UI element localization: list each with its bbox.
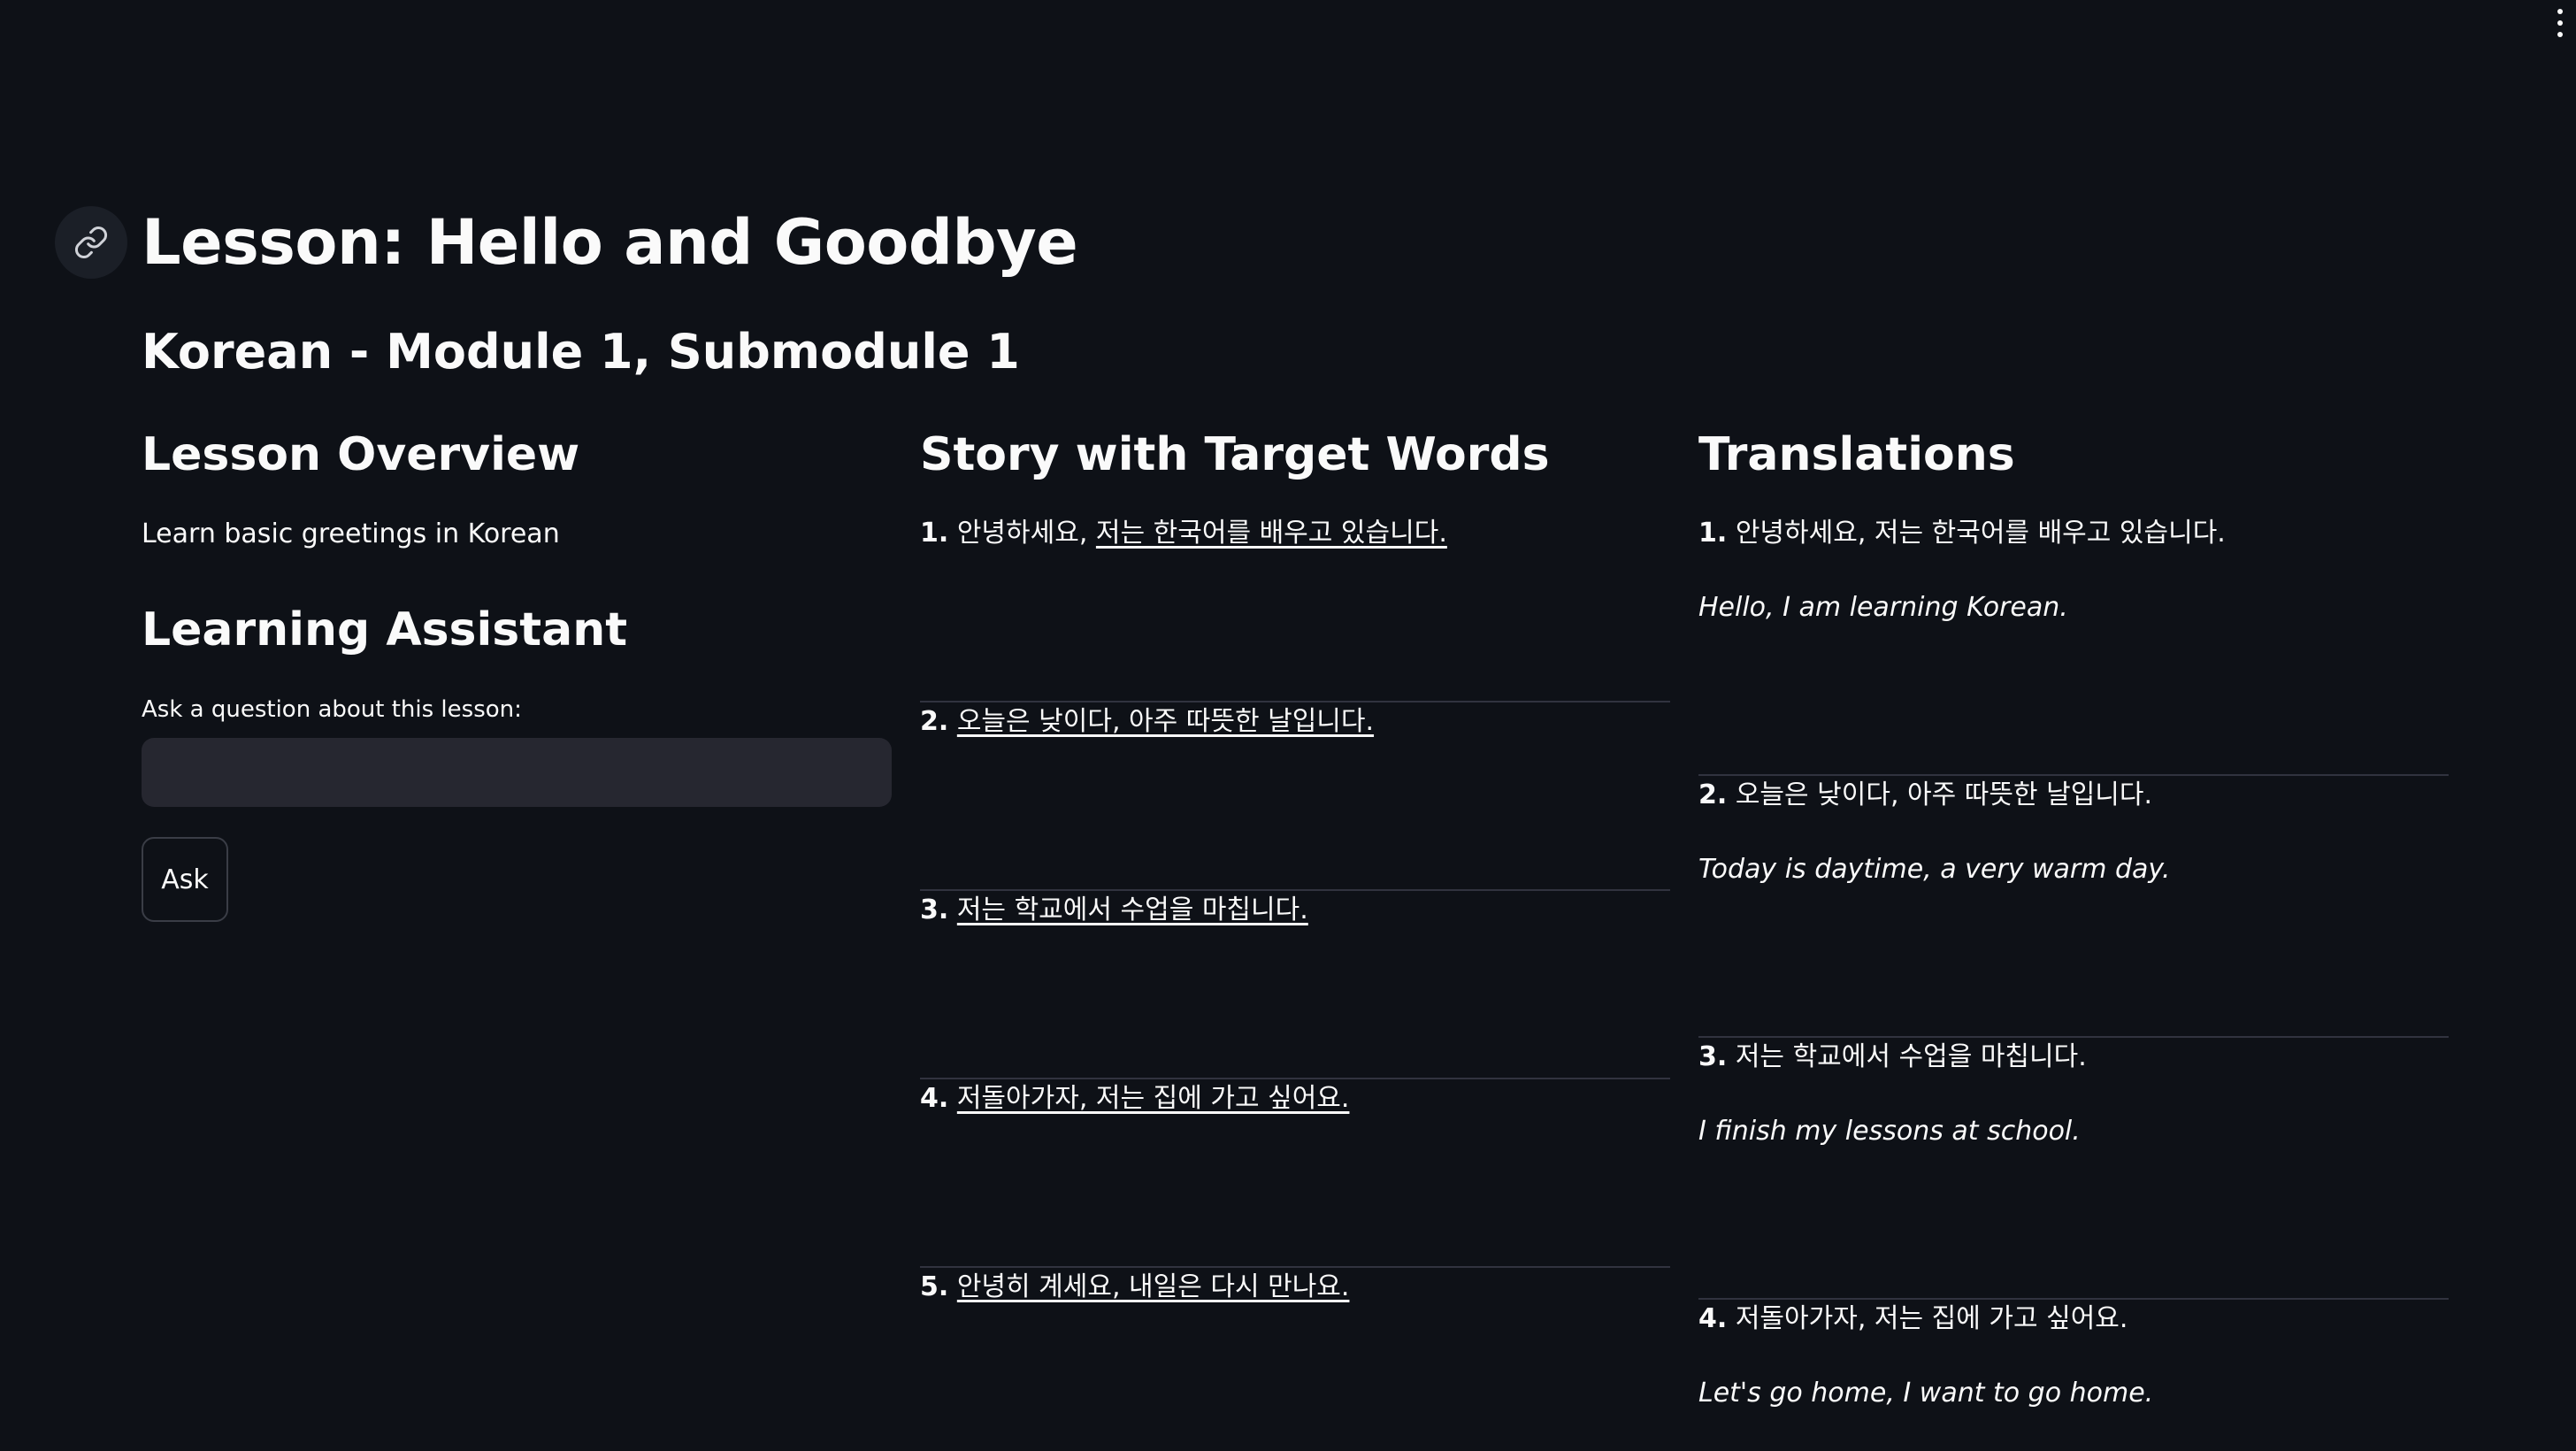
translation-korean: 2. 오늘은 낮이다, 아주 따뜻한 날입니다.: [1698, 776, 2152, 815]
ask-button[interactable]: Ask: [142, 837, 228, 922]
lesson-page: Lesson: Hello and Goodbye Korean - Modul…: [0, 0, 2576, 1451]
menu-dot: [2557, 32, 2563, 37]
page-title: Lesson: Hello and Goodbye: [142, 206, 1078, 279]
translation-english: Today is daytime, a very warm day.: [1698, 854, 2171, 885]
translation-number: 2.: [1698, 779, 1728, 810]
story-item: 3. 저는 학교에서 수업을 마칩니다.: [920, 891, 1670, 1079]
translation-english: Let's go home, I want to go home.: [1698, 1378, 2154, 1409]
translation-number: 4.: [1698, 1303, 1728, 1334]
story-number: 5.: [920, 1271, 949, 1302]
story-item: 2. 오늘은 낮이다, 아주 따뜻한 날입니다.: [920, 702, 1670, 891]
story-line: 3. 저는 학교에서 수업을 마칩니다.: [920, 891, 1308, 930]
translation-english: Hello, I am learning Korean.: [1698, 592, 2068, 623]
story-number: 4.: [920, 1083, 949, 1114]
learning-assistant-heading: Learning Assistant: [142, 603, 628, 656]
story-number: 1.: [920, 518, 949, 549]
story-number: 3.: [920, 894, 949, 925]
story-item: 4. 저돌아가자, 저는 집에 가고 싶어요.: [920, 1079, 1670, 1268]
story-line: 5. 안녕히 계세요, 내일은 다시 만나요.: [920, 1268, 1349, 1307]
story-heading: Story with Target Words: [920, 428, 1550, 481]
story-item: 5. 안녕히 계세요, 내일은 다시 만나요.: [920, 1268, 1670, 1451]
translation-korean-text: 안녕하세요, 저는 한국어를 배우고 있습니다.: [1735, 518, 2226, 549]
translation-number: 3.: [1698, 1041, 1728, 1072]
story-item: 1. 안녕하세요, 저는 한국어를 배우고 있습니다.: [920, 514, 1670, 702]
question-input-label: Ask a question about this lesson:: [142, 696, 522, 723]
translation-korean: 3. 저는 학교에서 수업을 마칩니다.: [1698, 1038, 2087, 1077]
translation-item: 3. 저는 학교에서 수업을 마칩니다. I finish my lessons…: [1698, 1038, 2449, 1300]
story-line: 1. 안녕하세요, 저는 한국어를 배우고 있습니다.: [920, 514, 1447, 553]
page-subtitle: Korean - Module 1, Submodule 1: [142, 324, 1020, 380]
story-line: 2. 오늘은 낮이다, 아주 따뜻한 날입니다.: [920, 702, 1374, 741]
menu-dot: [2557, 20, 2563, 26]
translation-korean-text: 저돌아가자, 저는 집에 가고 싶어요.: [1735, 1303, 2128, 1334]
story-plain-text: 안녕하세요,: [956, 518, 1096, 549]
lesson-overview-text: Learn basic greetings in Korean: [142, 518, 560, 549]
question-input[interactable]: [142, 738, 892, 807]
translation-item: 4. 저돌아가자, 저는 집에 가고 싶어요. Let's go home, I…: [1698, 1300, 2449, 1441]
translation-item: 2. 오늘은 낮이다, 아주 따뜻한 날입니다. Today is daytim…: [1698, 776, 2449, 1038]
story-line: 4. 저돌아가자, 저는 집에 가고 싶어요.: [920, 1079, 1349, 1118]
menu-dot: [2557, 9, 2563, 14]
lesson-overview-heading: Lesson Overview: [142, 428, 580, 481]
translation-number: 1.: [1698, 518, 1728, 549]
link-icon[interactable]: [55, 206, 127, 279]
translation-item: 1. 안녕하세요, 저는 한국어를 배우고 있습니다. Hello, I am …: [1698, 514, 2449, 776]
translation-korean: 4. 저돌아가자, 저는 집에 가고 싶어요.: [1698, 1300, 2128, 1339]
story-target-words[interactable]: 저는 학교에서 수업을 마칩니다.: [957, 894, 1308, 925]
translation-korean: 1. 안녕하세요, 저는 한국어를 배우고 있습니다.: [1698, 514, 2226, 553]
story-target-words[interactable]: 안녕히 계세요, 내일은 다시 만나요.: [957, 1271, 1350, 1302]
translation-english: I finish my lessons at school.: [1698, 1116, 2081, 1147]
story-target-words[interactable]: 저돌아가자, 저는 집에 가고 싶어요.: [957, 1083, 1350, 1114]
translation-korean-text: 저는 학교에서 수업을 마칩니다.: [1735, 1041, 2087, 1072]
translation-korean-text: 오늘은 낮이다, 아주 따뜻한 날입니다.: [1735, 779, 2153, 810]
story-target-words[interactable]: 저는 한국어를 배우고 있습니다.: [1096, 518, 1447, 549]
story-number: 2.: [920, 706, 949, 737]
translations-heading: Translations: [1698, 428, 2015, 481]
story-target-words[interactable]: 오늘은 낮이다, 아주 따뜻한 날입니다.: [957, 706, 1374, 737]
vertical-ellipsis-icon[interactable]: [2553, 5, 2567, 41]
